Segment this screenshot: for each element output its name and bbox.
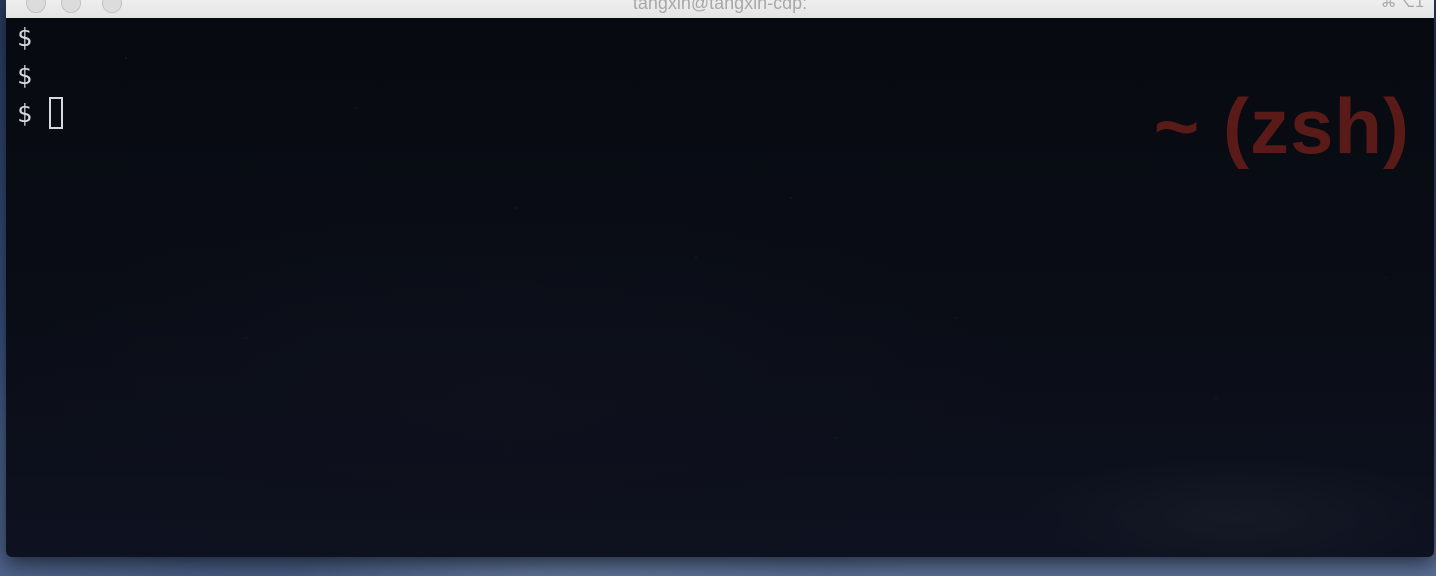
terminal-line: $ xyxy=(17,56,63,94)
terminal-line: $ xyxy=(17,18,63,56)
window-title: tangxin@tangxin-cdp: xyxy=(632,0,808,13)
shell-prompt: $ xyxy=(17,98,33,128)
session-badge: ~ (zsh) xyxy=(1153,82,1410,170)
shell-prompt: $ xyxy=(17,60,33,90)
shell-prompt: $ xyxy=(17,22,33,52)
window-shortcut-label: ⌘⌥1 xyxy=(1380,0,1424,11)
terminal-lines: $ $ $ xyxy=(17,18,63,132)
terminal-line: $ xyxy=(17,94,63,132)
text-cursor[interactable] xyxy=(49,97,63,129)
terminal-window[interactable]: tangxin@tangxin-cdp: ⌘⌥1 $ $ $ ~ (zsh) xyxy=(6,0,1434,557)
desktop-wallpaper: tangxin@tangxin-cdp: ⌘⌥1 $ $ $ ~ (zsh) xyxy=(0,0,1436,576)
window-titlebar[interactable]: tangxin@tangxin-cdp: ⌘⌥1 xyxy=(6,0,1434,19)
terminal-content[interactable]: $ $ $ ~ (zsh) xyxy=(6,18,1434,557)
